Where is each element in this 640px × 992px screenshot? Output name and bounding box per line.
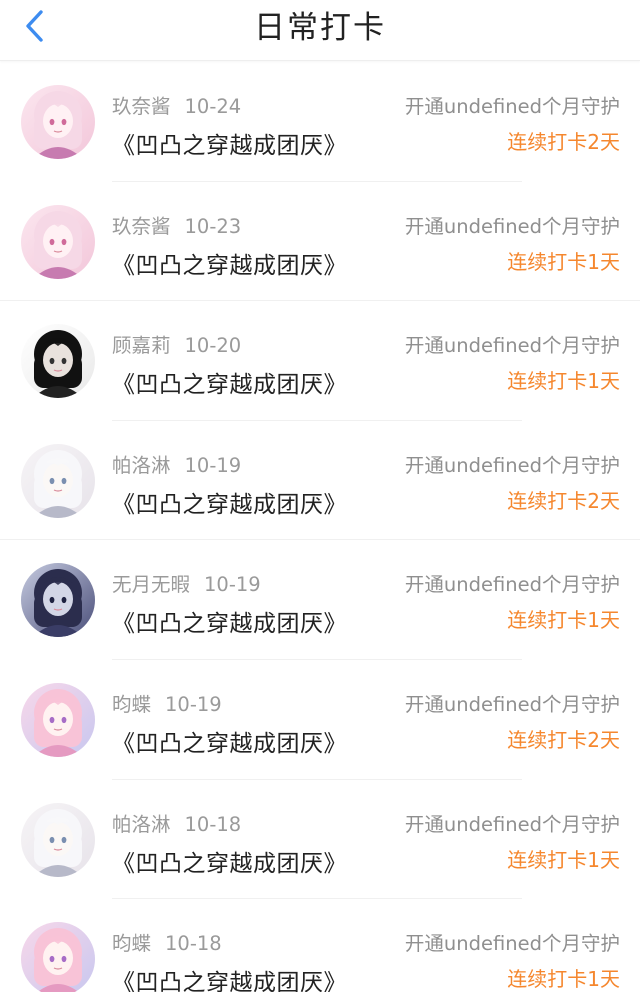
checkin-date: 10-19 [204,573,261,597]
streak-label: 连续打卡2天 [507,130,620,154]
user-meta: 昀蝶 10-19 [112,688,222,717]
guard-info: 开通undefined个月守护 [404,214,620,238]
user-name: 玖奈酱 [112,214,171,238]
checkin-list-item[interactable]: 顾嘉莉 10-20 《凹凸之穿越成团厌》 开通undefined个月守护 连续打卡… [0,301,640,421]
streak-label: 连续打卡2天 [507,727,620,752]
checkin-list-item[interactable]: 玖奈酱 10-24 《凹凸之穿越成团厌》 开通undefined个月守护 连续打卡… [0,62,640,182]
daily-checkin-page: 日常打卡 玖奈酱 10-24 《凹凸之穿越成团厌》 开通undefined个月守护… [0,0,640,992]
user-name: 昀蝶 [112,932,152,956]
user-name: 帕洛淋 [112,453,171,477]
user-name: 玖奈酱 [112,95,171,118]
checkin-date: 10-23 [184,214,242,238]
user-name: 帕洛淋 [112,812,171,836]
guard-info: 开通undefined个月守护 [404,573,620,597]
checkin-date: 10-19 [184,453,242,477]
checkin-list-item[interactable]: 玖奈酱 10-23 《凹凸之穿越成团厌》 开通undefined个月守护 连续打卡… [0,182,640,302]
book-title[interactable]: 《凹凸之穿越成团厌》 [112,963,347,992]
book-title[interactable]: 《凹凸之穿越成团厌》 [112,724,347,758]
user-meta: 玖奈酱 10-24 [112,90,241,119]
book-title[interactable]: 《凹凸之穿越成团厌》 [112,844,347,878]
user-meta: 无月无暇 10-19 [112,568,261,597]
guard-info: 开通undefined个月守护 [404,692,620,716]
user-meta: 顾嘉莉 10-20 [112,329,241,358]
checkin-date: 10-18 [184,812,242,836]
avatar[interactable] [21,204,95,279]
streak-label: 连续打卡1天 [507,847,620,872]
avatar[interactable] [21,443,95,518]
streak-label: 连续打卡2天 [507,488,620,513]
guard-info: 开通undefined个月守护 [404,932,620,956]
checkin-list-item[interactable]: 昀蝶 10-18 《凹凸之穿越成团厌》 开通undefined个月守护 连续打卡1… [0,899,640,992]
guard-info: 开通undefined个月守护 [404,812,620,836]
avatar[interactable] [21,922,95,992]
streak-label: 连续打卡1天 [507,967,620,992]
checkin-list-item[interactable]: 无月无暇 10-19 《凹凸之穿越成团厌》 开通undefined个月守护 连续打… [0,540,640,660]
user-meta: 帕洛淋 10-18 [112,808,241,837]
header-bar: 日常打卡 [0,0,640,61]
user-name: 顾嘉莉 [112,334,171,358]
guard-info: 开通undefined个月守护 [404,453,620,477]
user-meta: 帕洛淋 10-19 [112,449,241,478]
book-title[interactable]: 《凹凸之穿越成团厌》 [112,126,347,160]
streak-label: 连续打卡1天 [507,249,620,274]
streak-label: 连续打卡1天 [507,369,620,394]
guard-info: 开通undefined个月守护 [404,95,620,118]
avatar[interactable] [21,85,95,159]
checkin-list-item[interactable]: 帕洛淋 10-19 《凹凸之穿越成团厌》 开通undefined个月守护 连续打卡… [0,421,640,541]
checkin-date: 10-24 [184,95,242,118]
checkin-date: 10-20 [184,334,242,358]
avatar[interactable] [21,324,95,399]
book-title[interactable]: 《凹凸之穿越成团厌》 [112,246,347,280]
guard-info: 开通undefined个月守护 [404,334,620,358]
page-title: 日常打卡 [254,10,386,46]
streak-label: 连续打卡1天 [507,608,620,633]
checkin-list-item[interactable]: 帕洛淋 10-18 《凹凸之穿越成团厌》 开通undefined个月守护 连续打卡… [0,780,640,900]
checkin-date: 10-19 [165,692,222,716]
avatar[interactable] [21,802,95,877]
user-meta: 昀蝶 10-18 [112,927,222,956]
book-title[interactable]: 《凹凸之穿越成团厌》 [112,485,347,519]
avatar[interactable] [21,682,95,757]
book-title[interactable]: 《凹凸之穿越成团厌》 [112,365,347,399]
checkin-date: 10-18 [165,932,222,956]
user-name: 无月无暇 [112,573,191,597]
checkin-list-item[interactable]: 昀蝶 10-19 《凹凸之穿越成团厌》 开通undefined个月守护 连续打卡2… [0,660,640,780]
user-meta: 玖奈酱 10-23 [112,210,241,239]
checkin-list: 玖奈酱 10-24 《凹凸之穿越成团厌》 开通undefined个月守护 连续打卡… [0,62,640,992]
avatar[interactable] [21,563,95,638]
book-title[interactable]: 《凹凸之穿越成团厌》 [112,604,347,638]
user-name: 昀蝶 [112,692,152,716]
